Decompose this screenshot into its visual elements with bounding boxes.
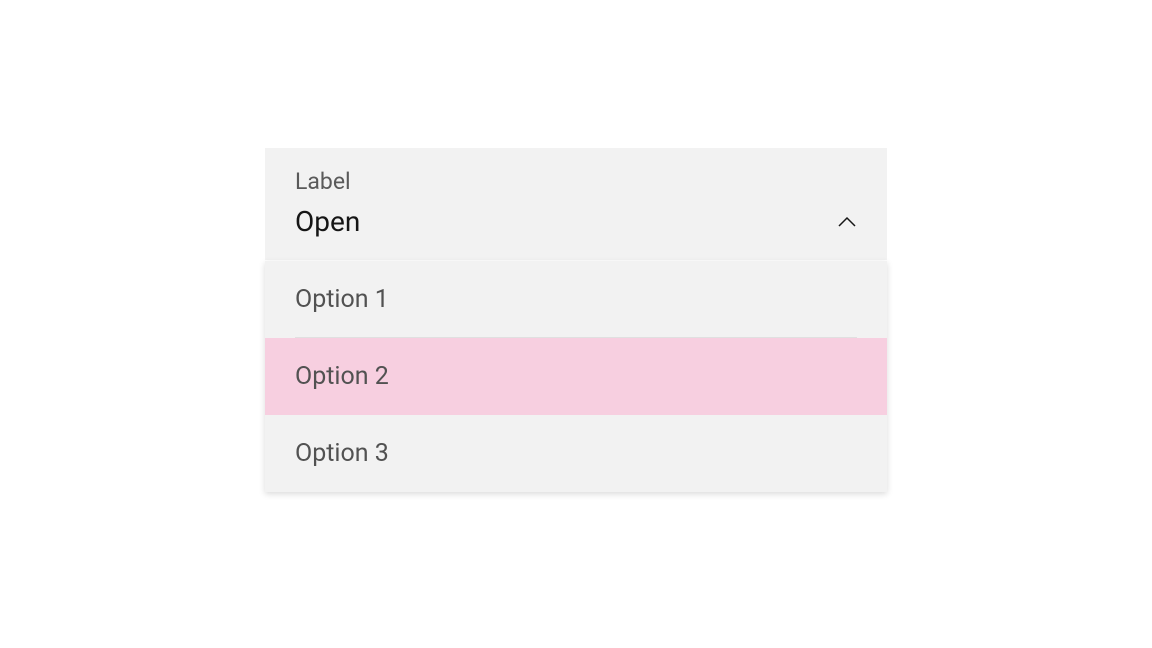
dropdown-option-3[interactable]: Option 3: [265, 415, 887, 492]
dropdown-menu: Option 1 Option 2 Option 3: [265, 261, 887, 492]
dropdown-trigger[interactable]: Label Open: [265, 148, 887, 260]
option-label: Option 1: [295, 285, 389, 314]
dropdown-option-2[interactable]: Option 2: [265, 338, 887, 415]
dropdown-value-row: Open: [295, 205, 857, 238]
dropdown-container: Label Open Option 1 Option 2 Option 3: [265, 148, 887, 492]
dropdown-option-1[interactable]: Option 1: [265, 261, 887, 338]
dropdown-label: Label: [295, 168, 857, 195]
option-label: Option 2: [295, 362, 389, 391]
option-label: Option 3: [295, 439, 389, 468]
dropdown-value: Open: [295, 205, 360, 238]
chevron-up-icon: [837, 216, 857, 228]
